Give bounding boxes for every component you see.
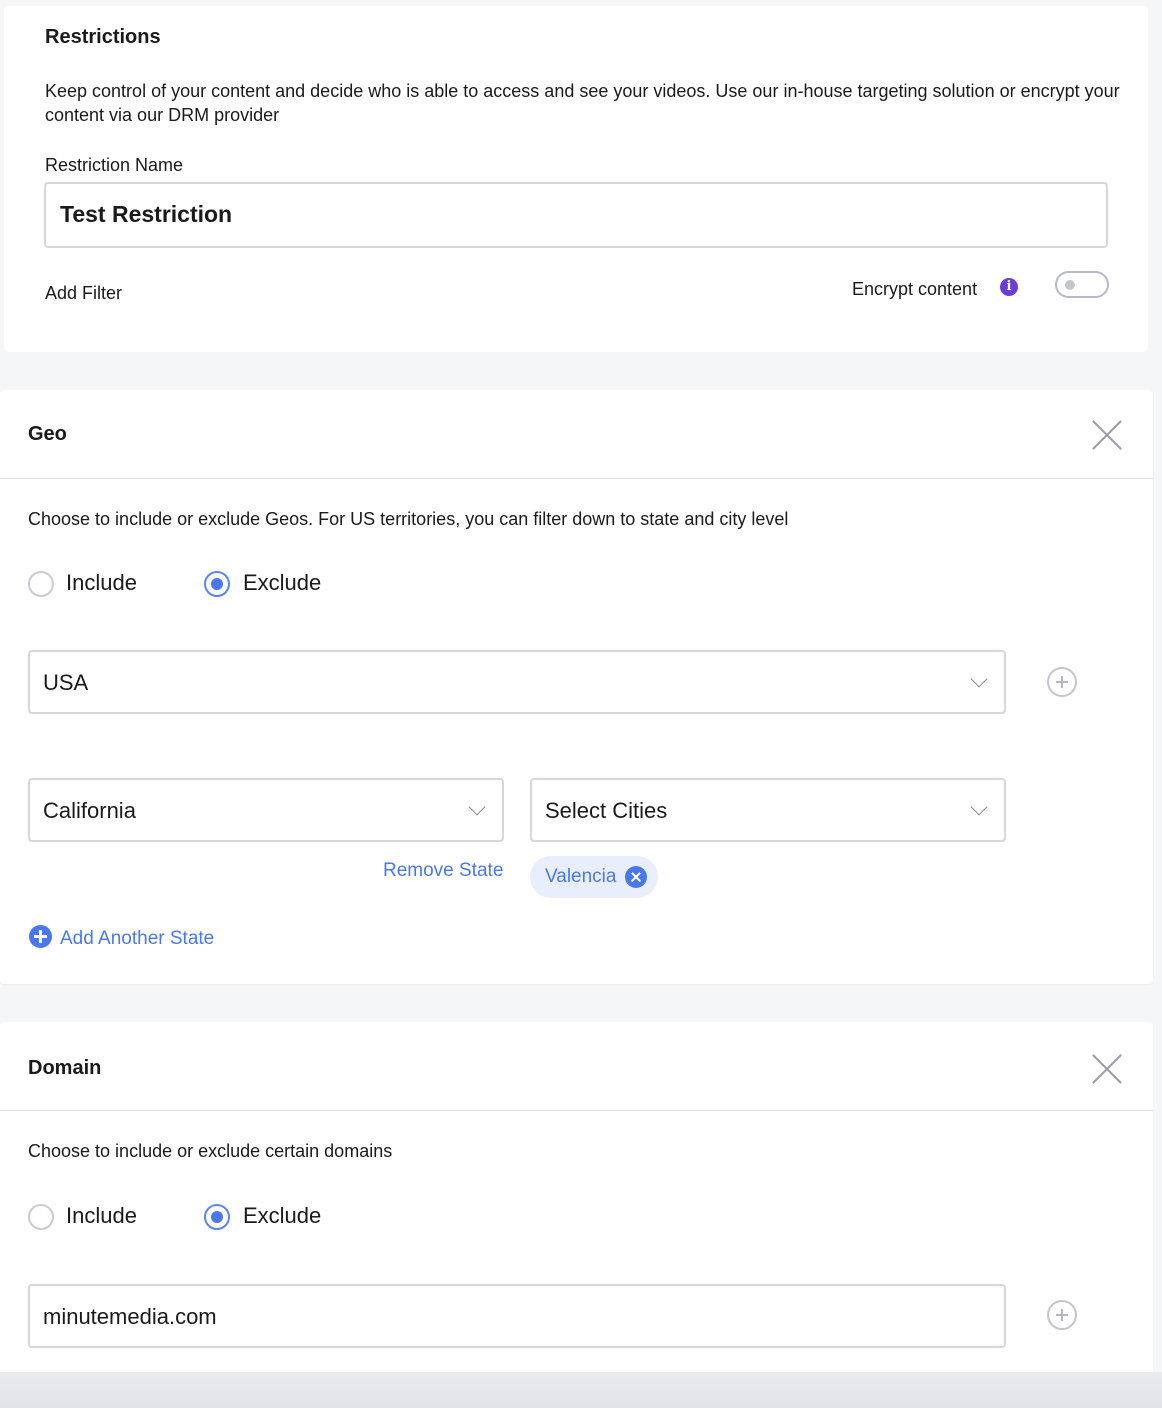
cities-select[interactable]: Select Cities xyxy=(530,778,1006,842)
country-select-value: USA xyxy=(43,670,89,695)
geo-description: Choose to include or exclude Geos. For U… xyxy=(28,509,789,529)
encrypt-content-toggle[interactable] xyxy=(1055,271,1109,298)
chevron-down-icon xyxy=(970,798,988,816)
restrictions-title: Restrictions xyxy=(45,26,161,48)
cities-select-placeholder: Select Cities xyxy=(545,798,668,823)
encrypt-content-label: Encrypt content xyxy=(852,279,978,299)
restriction-name-label: Restriction Name xyxy=(45,155,184,175)
geo-include-radio[interactable] xyxy=(28,571,54,597)
remove-state-link[interactable]: Remove State xyxy=(383,860,503,882)
city-chip: Valencia xyxy=(530,856,658,898)
info-icon[interactable]: i xyxy=(1000,278,1018,296)
geo-exclude-radio[interactable] xyxy=(204,571,230,597)
country-select[interactable]: USA xyxy=(28,650,1006,714)
state-select-value: California xyxy=(43,798,136,823)
restrictions-description: Keep control of your content and decide … xyxy=(45,81,1120,125)
domain-exclude-label[interactable]: Exclude xyxy=(243,1203,321,1229)
geo-close-icon[interactable] xyxy=(1092,420,1122,450)
domain-input[interactable]: minutemedia.com xyxy=(28,1284,1006,1348)
domain-close-icon[interactable] xyxy=(1092,1054,1122,1084)
toggle-knob xyxy=(1065,280,1075,290)
city-chip-label: Valencia xyxy=(545,866,617,887)
geo-divider xyxy=(0,478,1153,479)
chevron-down-icon xyxy=(970,670,988,688)
add-state-icon[interactable] xyxy=(29,925,52,948)
add-country-icon[interactable] xyxy=(1047,667,1077,697)
restrictions-card: Restrictions Keep control of your conten… xyxy=(4,6,1148,352)
chevron-down-icon xyxy=(468,798,486,816)
bottom-bar xyxy=(0,1372,1162,1408)
add-another-state-link[interactable]: Add Another State xyxy=(60,928,214,950)
restriction-name-value: Test Restriction xyxy=(60,201,233,227)
add-domain-icon[interactable] xyxy=(1047,1300,1077,1330)
state-select[interactable]: California xyxy=(28,778,504,842)
domain-exclude-radio[interactable] xyxy=(204,1204,230,1230)
domain-title: Domain xyxy=(28,1057,102,1079)
domain-include-label[interactable]: Include xyxy=(66,1203,137,1229)
remove-chip-icon[interactable] xyxy=(625,866,647,888)
geo-card: Geo Choose to include or exclude Geos. F… xyxy=(0,390,1153,984)
domain-card: Domain Choose to include or exclude cert… xyxy=(0,1022,1153,1382)
geo-exclude-label[interactable]: Exclude xyxy=(243,570,321,596)
add-filter-label[interactable]: Add Filter xyxy=(45,281,122,305)
geo-title: Geo xyxy=(28,423,67,445)
domain-include-radio[interactable] xyxy=(28,1204,54,1230)
restriction-name-input[interactable]: Test Restriction xyxy=(44,182,1108,248)
domain-description: Choose to include or exclude certain dom… xyxy=(28,1141,393,1161)
domain-divider xyxy=(0,1110,1153,1111)
geo-include-label[interactable]: Include xyxy=(66,570,137,596)
domain-input-value: minutemedia.com xyxy=(43,1304,217,1329)
